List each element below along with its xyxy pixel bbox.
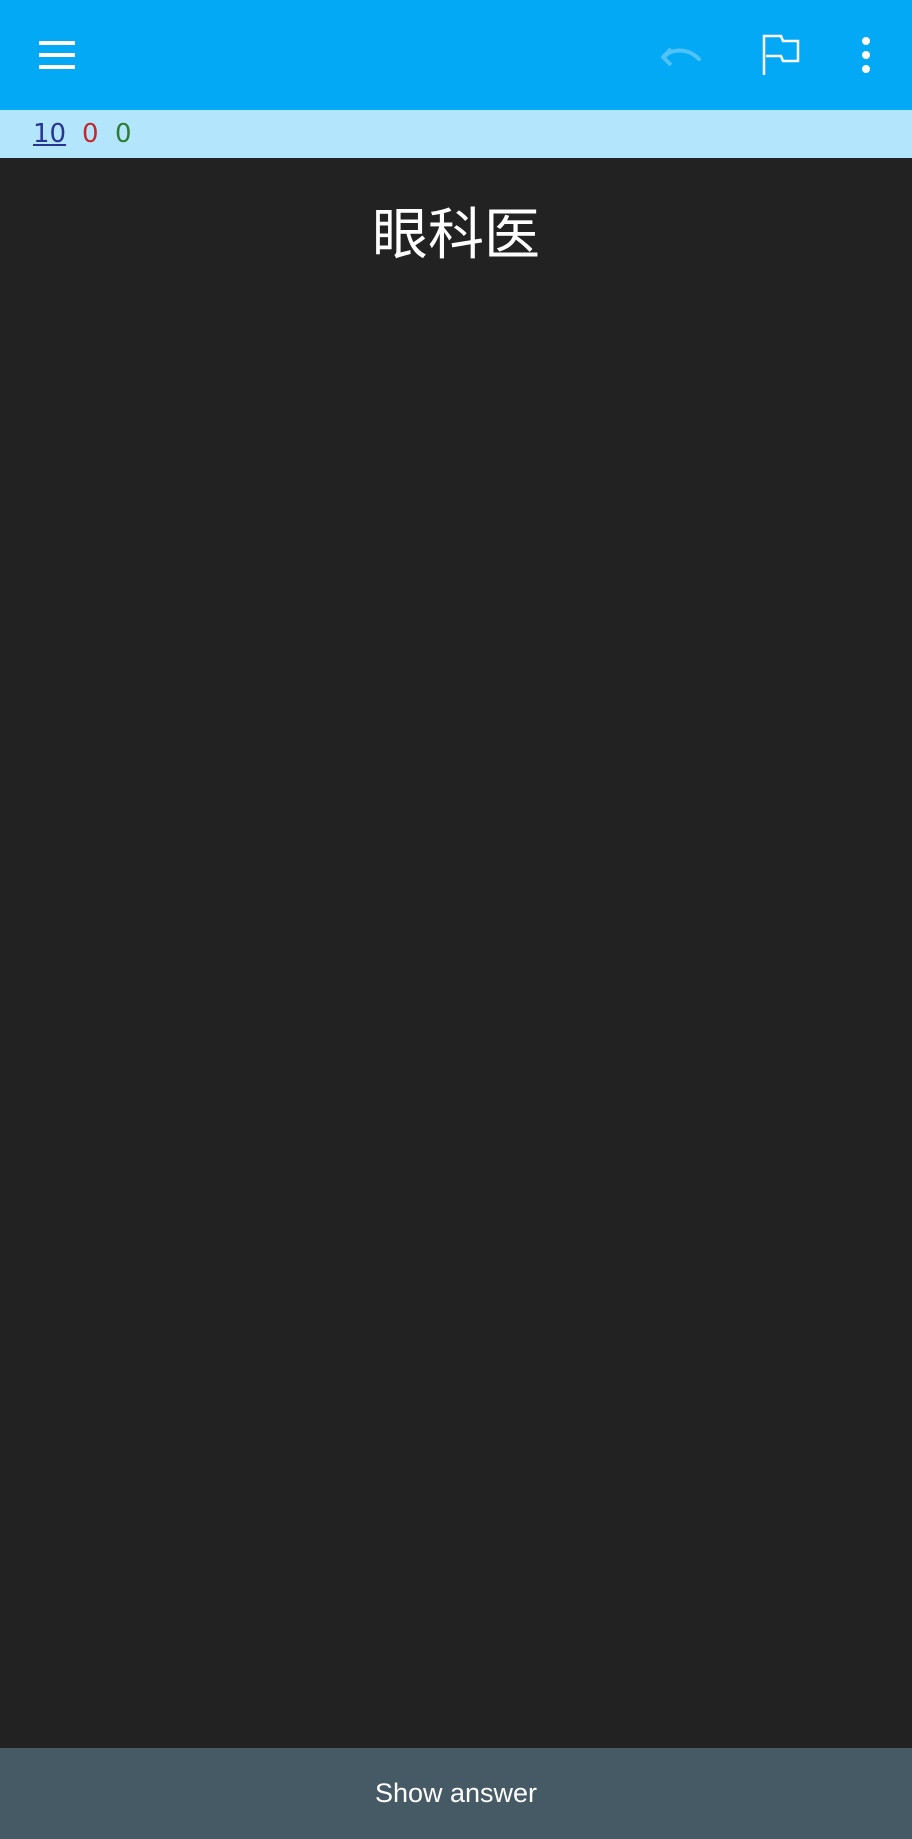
card-counts-bar: 10 0 0 bbox=[0, 110, 912, 158]
more-options-button[interactable] bbox=[826, 15, 906, 95]
learning-count: 0 bbox=[82, 119, 99, 149]
navigation-menu-button[interactable] bbox=[17, 15, 97, 95]
new-count: 10 bbox=[33, 119, 67, 149]
undo-button[interactable] bbox=[641, 15, 721, 95]
show-answer-button[interactable]: Show answer bbox=[0, 1748, 912, 1839]
review-count: 0 bbox=[115, 119, 132, 149]
flag-button[interactable] bbox=[741, 15, 821, 95]
toolbar bbox=[0, 0, 912, 110]
undo-icon bbox=[657, 31, 705, 79]
flag-icon bbox=[761, 33, 801, 77]
reviewer-screen: 10 0 0 眼科医 Show answer bbox=[0, 0, 912, 1839]
show-answer-label: Show answer bbox=[374, 1778, 538, 1808]
menu-icon bbox=[37, 35, 77, 75]
more-vert-icon bbox=[856, 35, 876, 75]
card-question: 眼科医 bbox=[372, 203, 540, 268]
card-content-area[interactable]: 眼科医 bbox=[0, 158, 912, 1748]
